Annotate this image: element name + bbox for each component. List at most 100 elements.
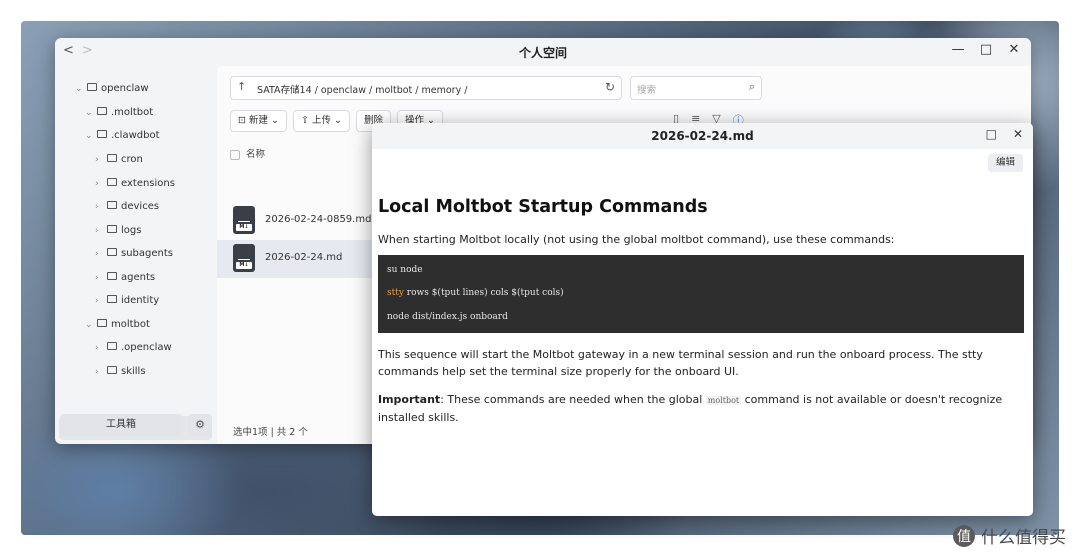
important-text: : These commands are needed when the glo… [440, 393, 706, 406]
select-all-checkbox[interactable] [230, 149, 240, 160]
tree-item-moltbot[interactable]: ⌄ moltbot [85, 314, 150, 336]
chevron-down-icon[interactable]: ⌄ [85, 102, 97, 124]
viewer-window-controls: □ ✕ [986, 127, 1023, 141]
watermark: 值 什么值得买 [953, 523, 1066, 548]
tree-item-agents[interactable]: › agents [95, 267, 155, 289]
folder-icon [97, 130, 107, 138]
chevron-right-icon[interactable]: › [95, 196, 107, 218]
code-line: stty rows $(tput lines) cols $(tput cols… [387, 288, 564, 298]
file-name: 2026-02-24.md [265, 252, 343, 263]
search-icon[interactable]: ⌕ [749, 80, 755, 94]
minimize-button[interactable]: — [951, 42, 965, 57]
tree-item-label: cron [121, 154, 143, 165]
tree-item-label: moltbot [111, 319, 150, 330]
code-keyword: stty [387, 288, 404, 298]
edit-button[interactable]: 编辑 [987, 154, 1023, 172]
close-button[interactable]: ✕ [1013, 127, 1023, 141]
chevron-right-icon[interactable]: › [95, 149, 107, 171]
viewer-titlebar: 2026-02-24.md □ ✕ [372, 123, 1033, 149]
inline-code: moltbot [705, 396, 742, 405]
watermark-logo: 值 [953, 524, 975, 547]
important-label: Important [378, 393, 441, 406]
upload-button[interactable]: ⇧ 上传 ⌄ [292, 110, 350, 132]
file-row[interactable]: M↓ 2026-02-24-0859.md [217, 202, 377, 240]
arrow-up-icon[interactable]: ↑ [237, 80, 246, 93]
markdown-viewer-window: 2026-02-24.md □ ✕ 编辑 Local Moltbot Start… [372, 123, 1033, 516]
chevron-right-icon[interactable]: › [95, 220, 107, 242]
folder-icon [107, 154, 117, 162]
folder-icon [87, 83, 97, 91]
tree-item-moltbot-hidden[interactable]: ⌄ .moltbot [85, 102, 153, 124]
tree-item-subagents[interactable]: › subagents [95, 243, 173, 265]
markdown-badge: M↓ [236, 262, 252, 269]
viewer-title: 2026-02-24.md [651, 129, 754, 143]
name-column-header[interactable]: 名称 [230, 146, 265, 160]
markdown-file-icon: M↓ [233, 206, 255, 234]
folder-icon [107, 201, 117, 209]
watermark-text: 什么值得买 [981, 528, 1066, 548]
chevron-right-icon[interactable]: › [95, 243, 107, 265]
folder-icon [97, 107, 107, 115]
chevron-right-icon[interactable]: › [95, 290, 107, 312]
important-paragraph: Important: These commands are needed whe… [378, 391, 1026, 426]
file-name: 2026-02-24-0859.md [265, 214, 372, 225]
gear-icon[interactable]: ⚙ [188, 414, 212, 436]
tree-item-openclaw-hidden[interactable]: › .openclaw [95, 337, 172, 359]
document-body: Local Moltbot Startup Commands When star… [378, 197, 1026, 424]
code-line: node dist/index.js onboard [387, 312, 508, 322]
status-bar: 选中1项 | 共 2 个 [233, 427, 308, 438]
maximize-button[interactable]: □ [979, 42, 993, 57]
maximize-button[interactable]: □ [986, 127, 997, 141]
folder-icon [107, 366, 117, 374]
code-block: su node stty rows $(tput lines) cols $(t… [378, 255, 1024, 333]
folder-icon [107, 178, 117, 186]
tree-item-openclaw[interactable]: ⌄ openclaw [75, 78, 149, 100]
markdown-badge: M↓ [236, 224, 252, 231]
chevron-right-icon[interactable]: › [95, 173, 107, 195]
tree-item-logs[interactable]: › logs [95, 220, 141, 242]
tree-item-label: agents [121, 272, 156, 283]
document-heading: Local Moltbot Startup Commands [378, 197, 708, 217]
tree-item-skills[interactable]: › skills [95, 361, 146, 383]
tree-item-label: subagents [121, 248, 173, 259]
tree-item-identity[interactable]: › identity [95, 290, 159, 312]
chevron-down-icon[interactable]: ⌄ [85, 314, 97, 336]
folder-icon [107, 295, 117, 303]
file-row-selected[interactable]: M↓ 2026-02-24.md [217, 240, 377, 278]
tree-item-extensions[interactable]: › extensions [95, 173, 175, 195]
refresh-icon[interactable]: ↻ [605, 80, 615, 94]
tree-item-label: identity [121, 295, 160, 306]
tree-item-label: logs [121, 225, 142, 236]
tree-item-label: openclaw [101, 83, 149, 94]
path-bar[interactable]: ↑ SATA存储14 / openclaw / moltbot / memory… [230, 76, 622, 100]
tree-item-label: .openclaw [121, 342, 172, 353]
tree-item-devices[interactable]: › devices [95, 196, 159, 218]
tree-item-label: skills [121, 366, 146, 377]
chevron-down-icon[interactable]: ⌄ [75, 78, 87, 100]
toolbox-button[interactable]: 工具箱 [60, 414, 182, 436]
tree-item-cron[interactable]: › cron [95, 149, 143, 171]
tree-item-clawdbot[interactable]: ⌄ .clawdbot [85, 125, 160, 147]
chevron-right-icon[interactable]: › [95, 361, 107, 383]
file-manager-titlebar: <> 个人空间 — □ ✕ [55, 38, 1031, 66]
folder-icon [107, 272, 117, 280]
close-button[interactable]: ✕ [1007, 42, 1021, 57]
search-placeholder: 搜索 [637, 85, 657, 96]
chevron-down-icon[interactable]: ⌄ [85, 125, 97, 147]
code-text: rows $(tput lines) cols $(tput cols) [403, 288, 564, 298]
folder-icon [97, 319, 107, 327]
window-controls: — □ ✕ [951, 42, 1021, 57]
new-button[interactable]: ⊡ 新建 ⌄ [230, 110, 287, 132]
search-input[interactable]: 搜索 ⌕ [630, 76, 762, 100]
code-line: su node [387, 265, 423, 275]
window-title: 个人空间 [518, 46, 567, 60]
path-text: SATA存储14 / openclaw / moltbot / memory / [257, 85, 468, 96]
folder-icon [107, 342, 117, 350]
markdown-file-icon: M↓ [233, 244, 255, 272]
folder-tree: ⌄ openclaw ⌄ .moltbot ⌄ .clawdbot › cron › ex… [55, 70, 217, 444]
chevron-right-icon[interactable]: › [95, 267, 107, 289]
folder-icon [107, 225, 117, 233]
chevron-right-icon[interactable]: › [95, 337, 107, 359]
explanation-paragraph: This sequence will start the Moltbot gat… [378, 348, 983, 378]
tree-item-label: .clawdbot [111, 130, 160, 141]
